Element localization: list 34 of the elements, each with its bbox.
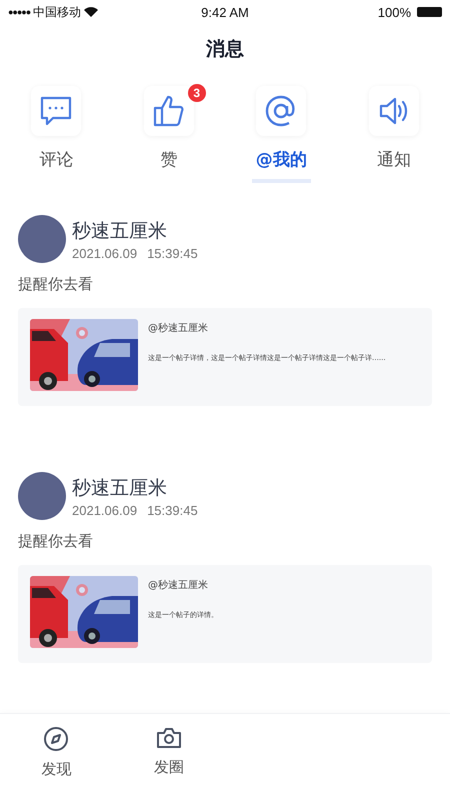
count-badge: 3 [188, 84, 206, 102]
category-tab[interactable]: @我的 [225, 86, 338, 183]
page-title: 消息 [204, 37, 245, 62]
category-label: @我的 [252, 148, 311, 183]
wifi-icon [84, 7, 98, 17]
battery-percent: 100% [378, 4, 412, 20]
author-name: 秒速五厘米 [72, 476, 168, 500]
signal-strength: ●●●●● [8, 7, 30, 17]
compass-icon [43, 726, 70, 752]
avatar [18, 215, 66, 263]
battery-icon [417, 7, 442, 17]
message-text: 提醒你去看 [18, 532, 94, 551]
category-tab[interactable]: 通知 [338, 86, 450, 183]
post-date: 2021.06.09 [72, 246, 138, 260]
category-label: 评论 [38, 149, 74, 172]
carrier-name: 中国移动 [33, 4, 82, 20]
category-tab[interactable]: 3 赞 [112, 86, 225, 183]
category-label: 赞 [159, 149, 178, 172]
category-tab[interactable]: 评论 [0, 86, 112, 183]
post-time: 15:39:45 [147, 246, 198, 260]
mention-text: @秒速五厘米 [148, 578, 209, 592]
clock: 9:42 AM [200, 4, 250, 20]
camera-icon [156, 726, 182, 750]
nav-tab[interactable]: 发现 [0, 726, 112, 779]
post-time: 15:39:45 [147, 502, 198, 518]
category-label: 通知 [376, 149, 412, 172]
avatar [18, 472, 66, 520]
post-date: 2021.06.09 [72, 502, 138, 518]
mention-text: @秒速五厘米 [148, 322, 209, 335]
comment-icon [39, 94, 74, 128]
author-name: 秒速五厘米 [72, 218, 168, 244]
nav-tab[interactable]: 发圈 [112, 726, 225, 777]
message-text: 提醒你去看 [18, 275, 94, 294]
thumbs-up-icon [152, 94, 186, 128]
